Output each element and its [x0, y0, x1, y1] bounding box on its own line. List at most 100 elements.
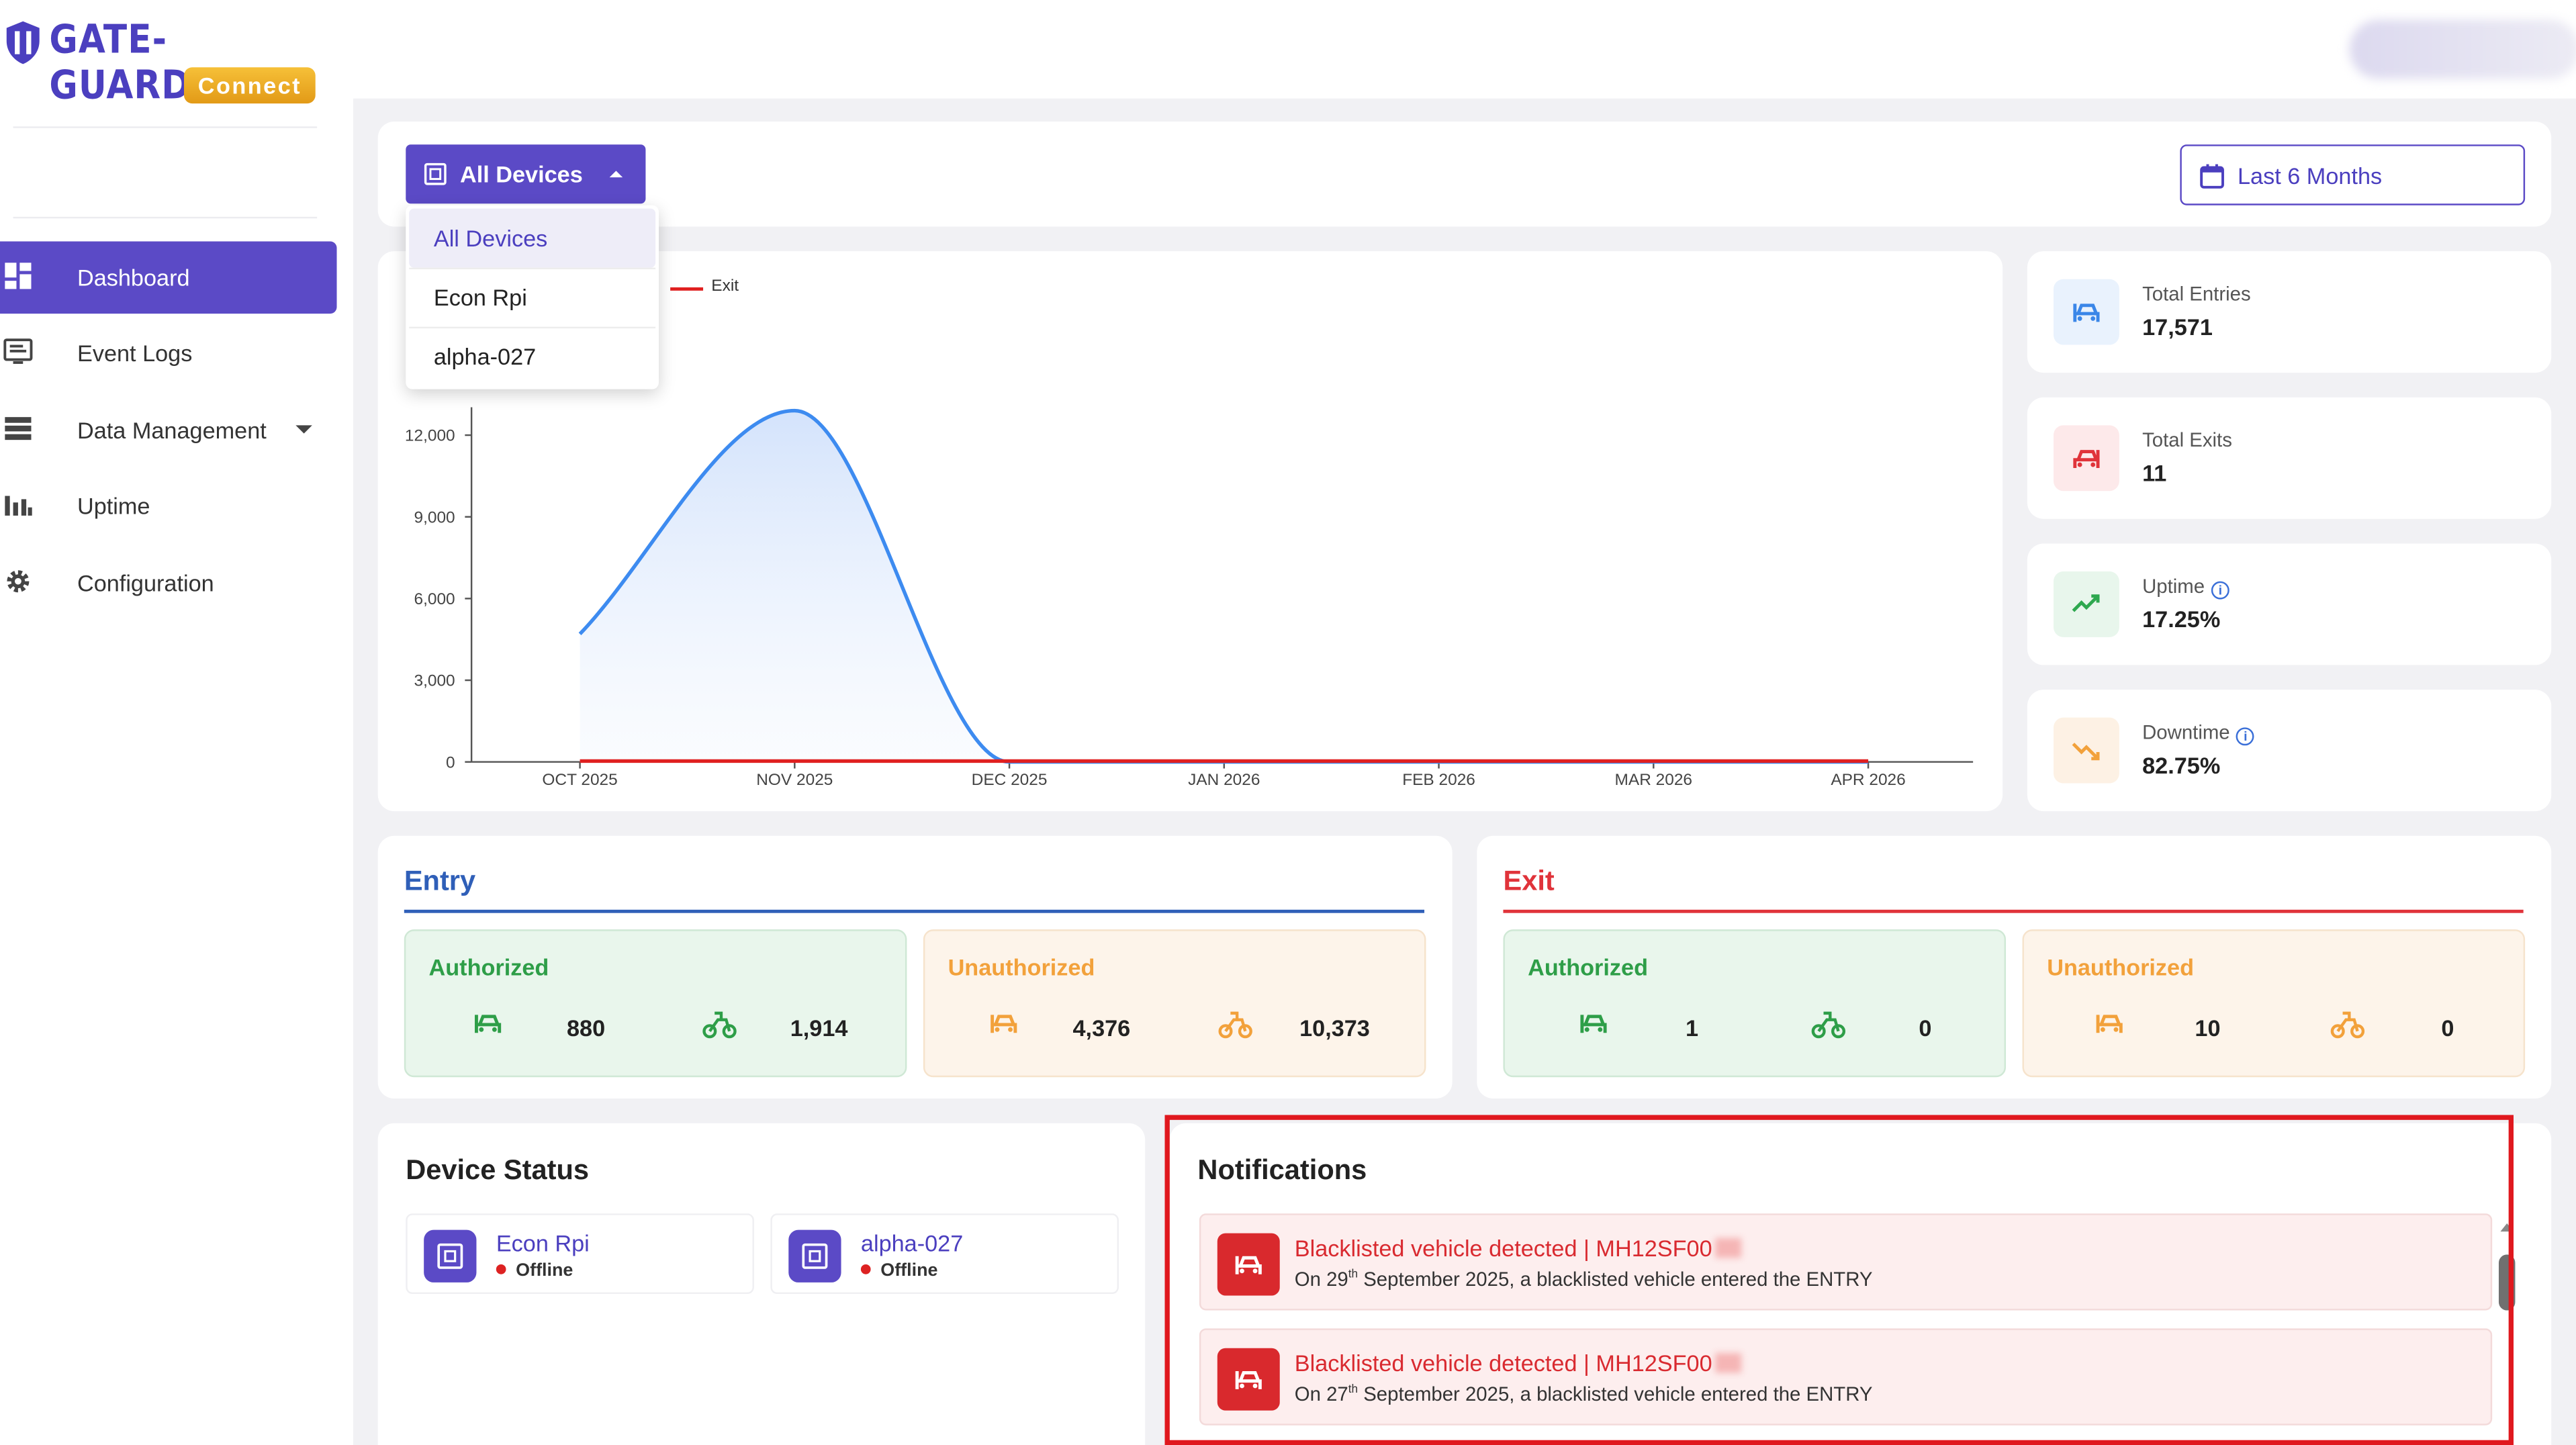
chevron-up-icon	[609, 171, 623, 178]
device-status: Offline	[860, 1261, 938, 1280]
car-entry-icon	[2054, 279, 2119, 345]
notification-item[interactable]: Blacklisted vehicle detected | MH12SF00 …	[1199, 1213, 2493, 1311]
bike-icon	[702, 1011, 737, 1039]
sidebar-item-event-logs[interactable]: Event Logs	[0, 317, 337, 389]
stat-value: 17,571	[2142, 314, 2213, 340]
event-logs-icon	[3, 338, 33, 364]
device-name: Econ Rpi	[496, 1229, 590, 1256]
info-icon[interactable]: i	[2236, 727, 2255, 746]
authorized-car-count: 1	[1686, 1015, 1699, 1041]
notification-title-text: Blacklisted vehicle detected | MH12SF00	[1294, 1350, 1712, 1377]
unauthorized-label: Unauthorized	[2047, 953, 2195, 980]
sidebar-item-label: Event Logs	[77, 340, 193, 367]
stat-title: Uptime i	[2142, 575, 2229, 600]
device-status-card: Device Status Econ Rpi Offline alpha-027…	[377, 1123, 1146, 1445]
dropdown-option-all-devices[interactable]: All Devices	[409, 208, 656, 268]
redacted-plate	[1715, 1353, 1742, 1373]
dropdown-option-alpha-027[interactable]: alpha-027	[409, 327, 655, 386]
stat-value: 82.75%	[2142, 752, 2221, 779]
sidebar-item-data-management[interactable]: Data Management	[0, 394, 337, 467]
stat-title-text: Uptime	[2142, 574, 2205, 598]
status-dot-icon	[496, 1264, 506, 1274]
unauthorized-bike-count: 0	[2441, 1015, 2454, 1041]
notification-text: September 2025, a blacklisted vehicle en…	[1358, 1383, 1873, 1406]
notification-date-suffix: th	[1348, 1384, 1359, 1396]
sidebar-collapse-handle[interactable]	[353, 141, 362, 197]
dropdown-option-econ-rpi[interactable]: Econ Rpi	[409, 268, 655, 327]
sidebar-item-configuration[interactable]: Configuration	[0, 547, 337, 619]
authorized-label: Authorized	[428, 953, 549, 980]
chip-icon	[424, 1229, 477, 1283]
notification-description: On 27th September 2025, a blacklisted ve…	[1295, 1383, 1873, 1405]
gear-icon	[7, 570, 30, 593]
unauthorized-car-count: 4,376	[1072, 1015, 1131, 1041]
y-tick-label: 12,000	[405, 427, 455, 445]
entries-area-fill	[580, 410, 1869, 762]
car-exit-icon	[2054, 425, 2119, 492]
x-tick-label: NOV 2025	[756, 771, 833, 789]
device-card-econ-rpi[interactable]: Econ Rpi Offline	[406, 1213, 754, 1295]
redacted-plate	[1715, 1238, 1742, 1258]
car-icon	[2096, 1015, 2123, 1033]
exit-panel: Exit Authorized 1 0 Unauthorized 10 0	[1477, 835, 2552, 1099]
notification-description: On 29th September 2025, a blacklisted ve…	[1295, 1268, 1873, 1291]
device-status-text: Offline	[516, 1261, 573, 1281]
exit-divider	[1503, 909, 2524, 913]
unauthorized-label: Unauthorized	[948, 953, 1095, 980]
authorized-label: Authorized	[1528, 953, 1649, 980]
sidebar-item-label: Data Management	[77, 417, 267, 444]
y-tick-label: 6,000	[414, 590, 455, 608]
authorized-bike-count: 0	[1919, 1015, 1932, 1041]
device-select-button[interactable]: All Devices	[406, 144, 646, 204]
car-alert-icon	[1217, 1233, 1280, 1296]
brand-logo[interactable]: GATE-GUARD Connect	[3, 13, 332, 112]
sidebar-item-uptime[interactable]: Uptime	[0, 469, 337, 542]
notifications-scrollbar[interactable]	[2498, 1254, 2516, 1311]
stat-title-text: Downtime	[2142, 720, 2230, 744]
user-profile-redacted[interactable]	[2349, 19, 2576, 79]
date-range-label: Last 6 Months	[2237, 162, 2383, 189]
date-range-button[interactable]: Last 6 Months	[2180, 144, 2526, 205]
trend-up-icon	[2054, 571, 2119, 637]
exit-authorized-box: Authorized 1 0	[1503, 929, 2007, 1078]
bike-icon	[1218, 1011, 1252, 1039]
data-management-icon	[5, 417, 32, 440]
notification-text: September 2025, a blacklisted vehicle en…	[1358, 1267, 1873, 1291]
entry-panel: Entry Authorized 880 1,914 Unauthorized …	[377, 835, 1453, 1099]
authorized-car-count: 880	[567, 1015, 606, 1041]
top-bar	[353, 0, 2576, 99]
stat-title: Total Exits	[2142, 428, 2232, 452]
x-tick-label: MAR 2026	[1615, 771, 1692, 789]
sidebar-item-label: Configuration	[77, 569, 214, 596]
trend-down-icon	[2054, 717, 2119, 784]
sidebar-item-label: Uptime	[77, 492, 150, 519]
sidebar-divider	[13, 216, 318, 219]
device-card-alpha-027[interactable]: alpha-027 Offline	[770, 1213, 1119, 1295]
car-icon	[991, 1015, 1017, 1033]
chevron-down-icon[interactable]	[295, 425, 312, 434]
device-name: alpha-027	[860, 1229, 964, 1256]
info-icon[interactable]: i	[2211, 581, 2229, 600]
sidebar-item-dashboard[interactable]: Dashboard	[0, 241, 337, 314]
sidebar-divider	[13, 126, 318, 128]
stat-title: Downtime i	[2142, 720, 2255, 746]
x-tick-label: FEB 2026	[1402, 771, 1475, 789]
uptime-icon	[5, 496, 32, 516]
scroll-up-arrow-icon[interactable]	[2500, 1223, 2514, 1232]
dashboard-icon	[5, 263, 32, 289]
x-tick-label: APR 2026	[1831, 771, 1905, 789]
car-icon	[1580, 1015, 1607, 1033]
stat-value: 11	[2142, 459, 2167, 486]
notification-item[interactable]: Blacklisted vehicle detected | MH12SF00 …	[1199, 1328, 2493, 1426]
entry-authorized-box: Authorized 880 1,914	[404, 929, 907, 1078]
y-tick-label: 9,000	[414, 508, 455, 526]
notification-date: On 29	[1294, 1267, 1348, 1291]
calendar-icon	[2200, 164, 2224, 189]
app-root: GATE-GUARD Connect Dashboard Event Logs …	[0, 0, 2576, 1445]
y-tick-label: 3,000	[414, 672, 455, 690]
chip-icon	[424, 162, 447, 185]
status-dot-icon	[860, 1264, 871, 1274]
car-alert-icon	[1217, 1348, 1280, 1411]
y-tick-label: 0	[446, 753, 455, 772]
x-tick-label: JAN 2026	[1188, 771, 1260, 789]
